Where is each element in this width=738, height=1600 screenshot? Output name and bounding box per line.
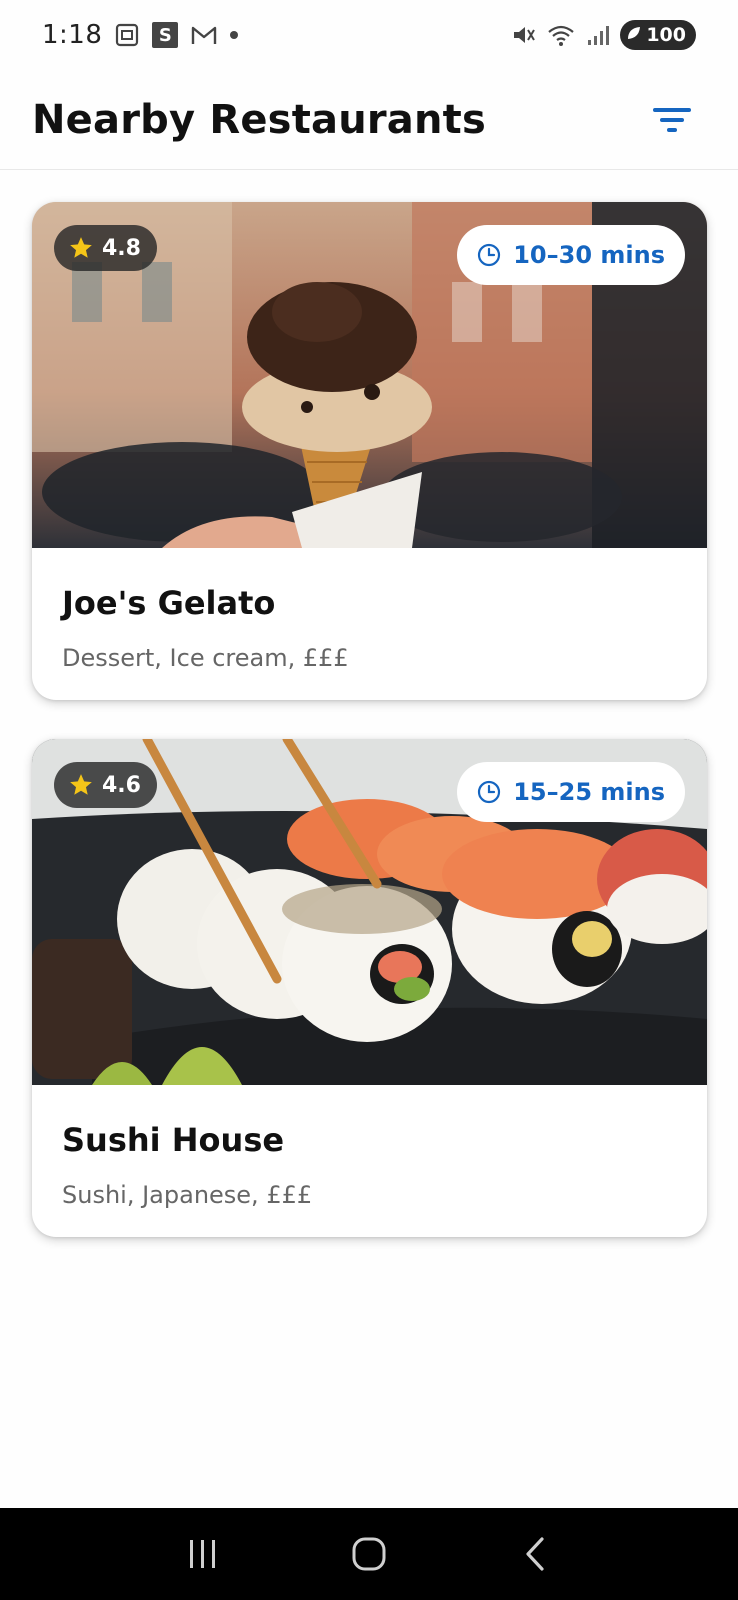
restaurant-photo: 4.8 10–30 mins: [32, 202, 707, 548]
status-left: 1:18 S: [42, 20, 239, 50]
delivery-time-badge: 10–30 mins: [457, 225, 685, 285]
gmail-icon: [190, 24, 218, 46]
home-button[interactable]: [339, 1524, 399, 1584]
back-icon: [526, 1537, 544, 1571]
rating-value: 4.8: [102, 235, 141, 261]
filter-icon: [653, 107, 691, 132]
star-icon: [70, 774, 92, 795]
app-bar: Nearby Restaurants: [0, 70, 738, 170]
clock-icon: [478, 780, 501, 804]
rating-badge: 4.8: [54, 225, 157, 271]
signal-icon: [586, 23, 610, 47]
status-bar: 1:18 S 100: [0, 0, 738, 70]
restaurant-card[interactable]: 4.8 10–30 mins Joe's Gelato Dessert, Ice…: [32, 202, 707, 700]
delivery-time: 10–30 mins: [513, 241, 665, 269]
clock-icon: [478, 243, 501, 267]
home-icon: [352, 1537, 386, 1571]
restaurant-card[interactable]: 4.6 15–25 mins Sushi House Sushi, Japane…: [32, 739, 707, 1237]
card-body: Joe's Gelato Dessert, Ice cream, £££: [32, 548, 707, 672]
status-right: 100: [510, 20, 696, 50]
restaurant-meta: Sushi, Japanese, £££: [62, 1181, 313, 1209]
system-nav-bar: [0, 1508, 738, 1600]
s-app-icon: S: [152, 22, 179, 48]
wifi-icon: [546, 22, 576, 48]
card-body: Sushi House Sushi, Japanese, £££: [32, 1085, 707, 1209]
mute-icon: [510, 22, 536, 48]
battery-level: 100: [646, 24, 686, 46]
restaurant-photo: 4.6 15–25 mins: [32, 739, 707, 1085]
rating-badge: 4.6: [54, 762, 157, 808]
restaurant-meta: Dessert, Ice cream, £££: [62, 644, 349, 672]
battery-indicator: 100: [620, 20, 696, 50]
back-button[interactable]: [505, 1524, 565, 1584]
recents-icon: [190, 1540, 215, 1568]
restaurant-name: Joe's Gelato: [62, 584, 276, 622]
battery-leaf-icon: [626, 24, 642, 46]
screen: 1:18 S 100 Nearby Restaurants 4.8 10–30 …: [0, 0, 738, 1600]
rating-value: 4.6: [102, 772, 141, 798]
notification-dot-icon: [230, 31, 239, 39]
page-title: Nearby Restaurants: [32, 96, 487, 143]
delivery-time: 15–25 mins: [513, 778, 665, 806]
restaurant-name: Sushi House: [62, 1121, 285, 1159]
star-icon: [70, 237, 92, 258]
screenshot-icon: [114, 22, 140, 48]
delivery-time-badge: 15–25 mins: [457, 762, 685, 822]
recents-button[interactable]: [173, 1524, 233, 1584]
filter-button[interactable]: [650, 98, 694, 142]
status-time: 1:18: [42, 20, 103, 50]
